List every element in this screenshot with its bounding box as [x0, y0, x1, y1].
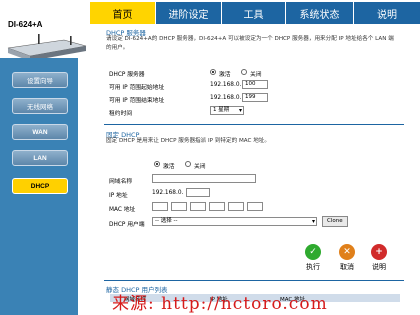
- clone-button[interactable]: Clone: [322, 216, 348, 227]
- nav-lan[interactable]: LAN: [12, 150, 68, 166]
- tab-advanced[interactable]: 进阶设定: [156, 2, 222, 24]
- main-content: DHCP 服务器 请设定 DI-624+A的 DHCP 服务器，DI-624+A…: [96, 24, 412, 315]
- dhcp-server-description: 请设定 DI-624+A的 DHCP 服务器，DI-624+A 可以被设定为一个…: [106, 36, 394, 51]
- plus-icon: +: [371, 244, 387, 260]
- static-disable-radio[interactable]: [185, 161, 191, 167]
- check-icon: ✓: [305, 244, 321, 260]
- dhcp-client-label: DHCP 用户端: [109, 222, 145, 228]
- static-dhcp-description: 固定 DHCP 是用来让 DHCP 服务器指派 IP 到特定的 MAC 地址。: [106, 138, 270, 144]
- mac-octet-1[interactable]: [152, 202, 168, 211]
- dhcp-disable-label: 关闭: [250, 72, 262, 78]
- ip-start-input[interactable]: 100: [242, 80, 268, 89]
- nav-dhcp[interactable]: DHCP: [12, 178, 68, 194]
- apply-label: 执行: [306, 263, 320, 271]
- top-tabs: 首页 进阶设定 工具 系统状态 说明: [90, 2, 420, 24]
- lease-time-label: 租约时间: [109, 111, 133, 117]
- sidebar: DI-624+A 设置向导 无线网络 WAN LAN DHCP: [0, 0, 90, 315]
- section-divider-2: [104, 280, 404, 281]
- tab-home[interactable]: 首页: [90, 2, 156, 24]
- dhcp-enable-label: 激活: [219, 72, 231, 78]
- mac-octet-4[interactable]: [209, 202, 225, 211]
- cancel-button[interactable]: ✕ 取消: [332, 244, 362, 272]
- tab-status[interactable]: 系统状态: [286, 2, 354, 24]
- nav-wireless[interactable]: 无线网络: [12, 98, 68, 114]
- static-ip-input[interactable]: [186, 188, 210, 197]
- help-label: 说明: [372, 263, 386, 271]
- dhcp-server-label: DHCP 服务器: [109, 72, 145, 78]
- mac-octet-5[interactable]: [228, 202, 244, 211]
- cancel-x-icon: ✕: [339, 244, 355, 260]
- nav-setup-wizard[interactable]: 设置向导: [12, 72, 68, 88]
- host-name-input[interactable]: [152, 174, 256, 183]
- help-button[interactable]: + 说明: [364, 244, 394, 272]
- ip-end-prefix: 192.168.0.: [210, 95, 242, 101]
- static-disable-label: 关闭: [194, 164, 206, 170]
- static-ip-prefix: 192.168.0.: [152, 190, 184, 196]
- cancel-label: 取消: [340, 263, 354, 271]
- static-ip-label: IP 地址: [109, 193, 128, 199]
- tab-help[interactable]: 说明: [354, 2, 420, 24]
- dhcp-enable-radio[interactable]: [210, 69, 216, 75]
- watermark-text: 来源: http://nctoro.com: [112, 294, 328, 314]
- static-enable-radio[interactable]: [154, 161, 160, 167]
- mac-address-label: MAC 地址: [109, 207, 136, 213]
- static-enable-label: 激活: [163, 164, 175, 170]
- device-model: DI-624+A: [8, 20, 43, 29]
- ip-start-label: 可用 IP 范围起始地址: [109, 85, 165, 91]
- ip-end-input[interactable]: 199: [242, 93, 268, 102]
- ip-start-prefix: 192.168.0.: [210, 82, 242, 88]
- lease-time-select[interactable]: 1 星期: [210, 106, 244, 115]
- mac-octet-6[interactable]: [247, 202, 263, 211]
- mac-octet-2[interactable]: [171, 202, 187, 211]
- tab-tools[interactable]: 工具: [222, 2, 286, 24]
- section-divider: [104, 124, 404, 125]
- apply-button[interactable]: ✓ 执行: [298, 244, 328, 272]
- mac-octet-3[interactable]: [190, 202, 206, 211]
- ip-end-label: 可用 IP 范围结束地址: [109, 98, 165, 104]
- dhcp-client-select[interactable]: -- 选择 --: [152, 217, 317, 226]
- dhcp-disable-radio[interactable]: [241, 69, 247, 75]
- nav-wan[interactable]: WAN: [12, 124, 68, 140]
- host-name-label: 网域名称: [109, 179, 133, 185]
